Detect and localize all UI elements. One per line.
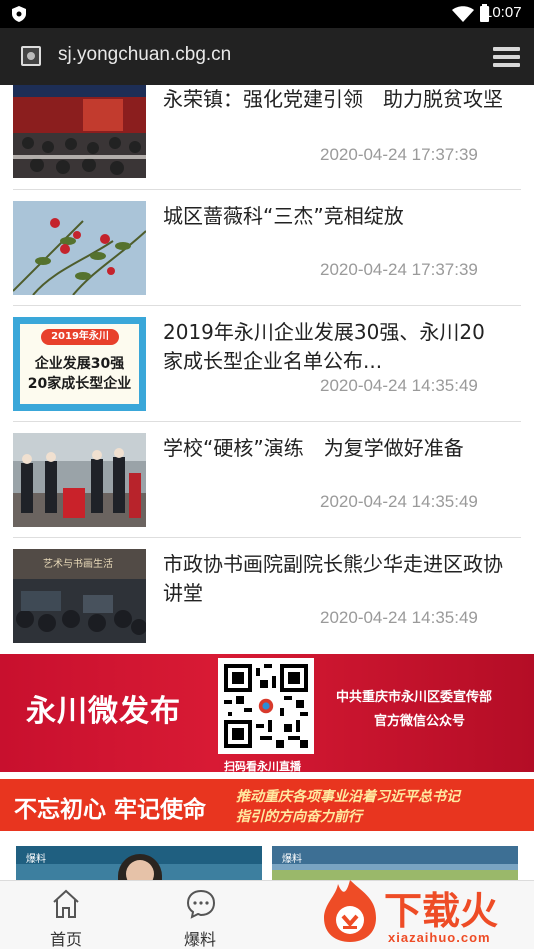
home-icon bbox=[53, 889, 79, 918]
banner-slogan-line2: 指引的方向奋力前行 bbox=[236, 809, 362, 825]
tab-home[interactable]: 首页 bbox=[21, 881, 111, 949]
thumb-year-badge: 2019年永川 bbox=[41, 329, 119, 345]
banner-slogan: 不忘初心 牢记使命 bbox=[14, 796, 207, 823]
banner-right-line1: 中共重庆市永川区委宣传部 bbox=[336, 690, 493, 705]
status-time: 10:07 bbox=[484, 4, 522, 21]
watermark-url: xiazaihuo.com bbox=[388, 930, 491, 945]
news-date: 2020-04-24 14:35:49 bbox=[320, 608, 478, 627]
news-item[interactable]: 艺术与书画生活 市政协书画院副院长熊少华走进区政协讲堂 2020-04-24 1… bbox=[0, 549, 534, 654]
qr-code bbox=[218, 658, 314, 754]
url-text[interactable]: sj.yongchuan.cbg.cn bbox=[58, 44, 231, 66]
news-thumbnail bbox=[13, 85, 146, 178]
news-thumbnail: 2019年永川 企业发展30强 20家成长型企业 bbox=[13, 317, 146, 411]
thumb-line1: 企业发展30强 bbox=[34, 356, 125, 372]
news-date: 2020-04-24 17:37:39 bbox=[320, 145, 478, 164]
news-thumbnail bbox=[13, 201, 146, 295]
slogan-banner[interactable]: 不忘初心 牢记使命 推动重庆各项事业沿着习近平总书记 指引的方向奋力前行 bbox=[0, 779, 534, 831]
thumb-lecture-banner: 艺术与书画生活 bbox=[43, 559, 113, 570]
news-item[interactable]: 城区蔷薇科“三杰”竞相绽放 2020-04-24 17:37:39 bbox=[0, 201, 534, 306]
news-title[interactable]: 城区蔷薇科“三杰”竞相绽放 bbox=[163, 202, 503, 231]
tab-home-label: 首页 bbox=[49, 930, 82, 949]
status-bar: 10:07 bbox=[0, 0, 534, 28]
news-title[interactable]: 2019年永川企业发展30强、永川20家成长型企业名单公布... bbox=[163, 318, 503, 376]
wechat-banner[interactable]: 永川微发布 扫码看永川直播 中共重庆市永川区委宣传部 官方微信公众号 bbox=[0, 654, 534, 772]
menu-icon[interactable] bbox=[493, 47, 520, 69]
news-title[interactable]: 永荣镇：强化党建引领 助力脱贫攻坚 bbox=[163, 85, 503, 114]
divider bbox=[13, 305, 521, 306]
banner-right-line2: 官方微信公众号 bbox=[374, 714, 466, 729]
shield-icon bbox=[12, 6, 26, 22]
watermark-text: 下载火 bbox=[384, 889, 499, 933]
chat-icon bbox=[186, 889, 216, 919]
wifi-icon bbox=[452, 6, 474, 22]
news-title[interactable]: 学校“硬核”演练 为复学做好准备 bbox=[163, 434, 503, 463]
video-badge: 爆料 bbox=[26, 854, 46, 865]
video-badge: 爆料 bbox=[282, 854, 302, 865]
news-date: 2020-04-24 14:35:49 bbox=[320, 492, 478, 511]
news-title[interactable]: 市政协书画院副院长熊少华走进区政协讲堂 bbox=[163, 550, 503, 608]
banner-slogan-line1: 推动重庆各项事业沿着习近平总书记 bbox=[236, 789, 460, 805]
site-favicon-icon bbox=[21, 46, 41, 66]
news-item[interactable]: 2019年永川 企业发展30强 20家成长型企业 2019年永川企业发展30强、… bbox=[0, 317, 534, 422]
browser-address-bar: sj.yongchuan.cbg.cn bbox=[0, 28, 534, 85]
news-item[interactable]: 学校“硬核”演练 为复学做好准备 2020-04-24 14:35:49 bbox=[0, 433, 534, 538]
banner-wechat-title: 永川微发布 bbox=[26, 694, 181, 729]
watermark-logo: 下载火 xiazaihuo.com bbox=[314, 874, 534, 949]
divider bbox=[13, 421, 521, 422]
thumb-line2: 20家成长型企业 bbox=[27, 376, 132, 392]
divider bbox=[13, 189, 521, 190]
tab-baoliao-label: 爆料 bbox=[183, 930, 216, 949]
news-item[interactable]: 永荣镇：强化党建引领 助力脱贫攻坚 2020-04-24 17:37:39 bbox=[0, 85, 534, 190]
news-date: 2020-04-24 14:35:49 bbox=[320, 376, 478, 395]
banner-scan-text: 扫码看永川直播 bbox=[224, 760, 301, 772]
news-thumbnail bbox=[13, 433, 146, 527]
tab-baoliao[interactable]: 爆料 bbox=[155, 881, 245, 949]
divider bbox=[13, 537, 521, 538]
news-thumbnail: 艺术与书画生活 bbox=[13, 549, 146, 643]
news-date: 2020-04-24 17:37:39 bbox=[320, 260, 478, 279]
